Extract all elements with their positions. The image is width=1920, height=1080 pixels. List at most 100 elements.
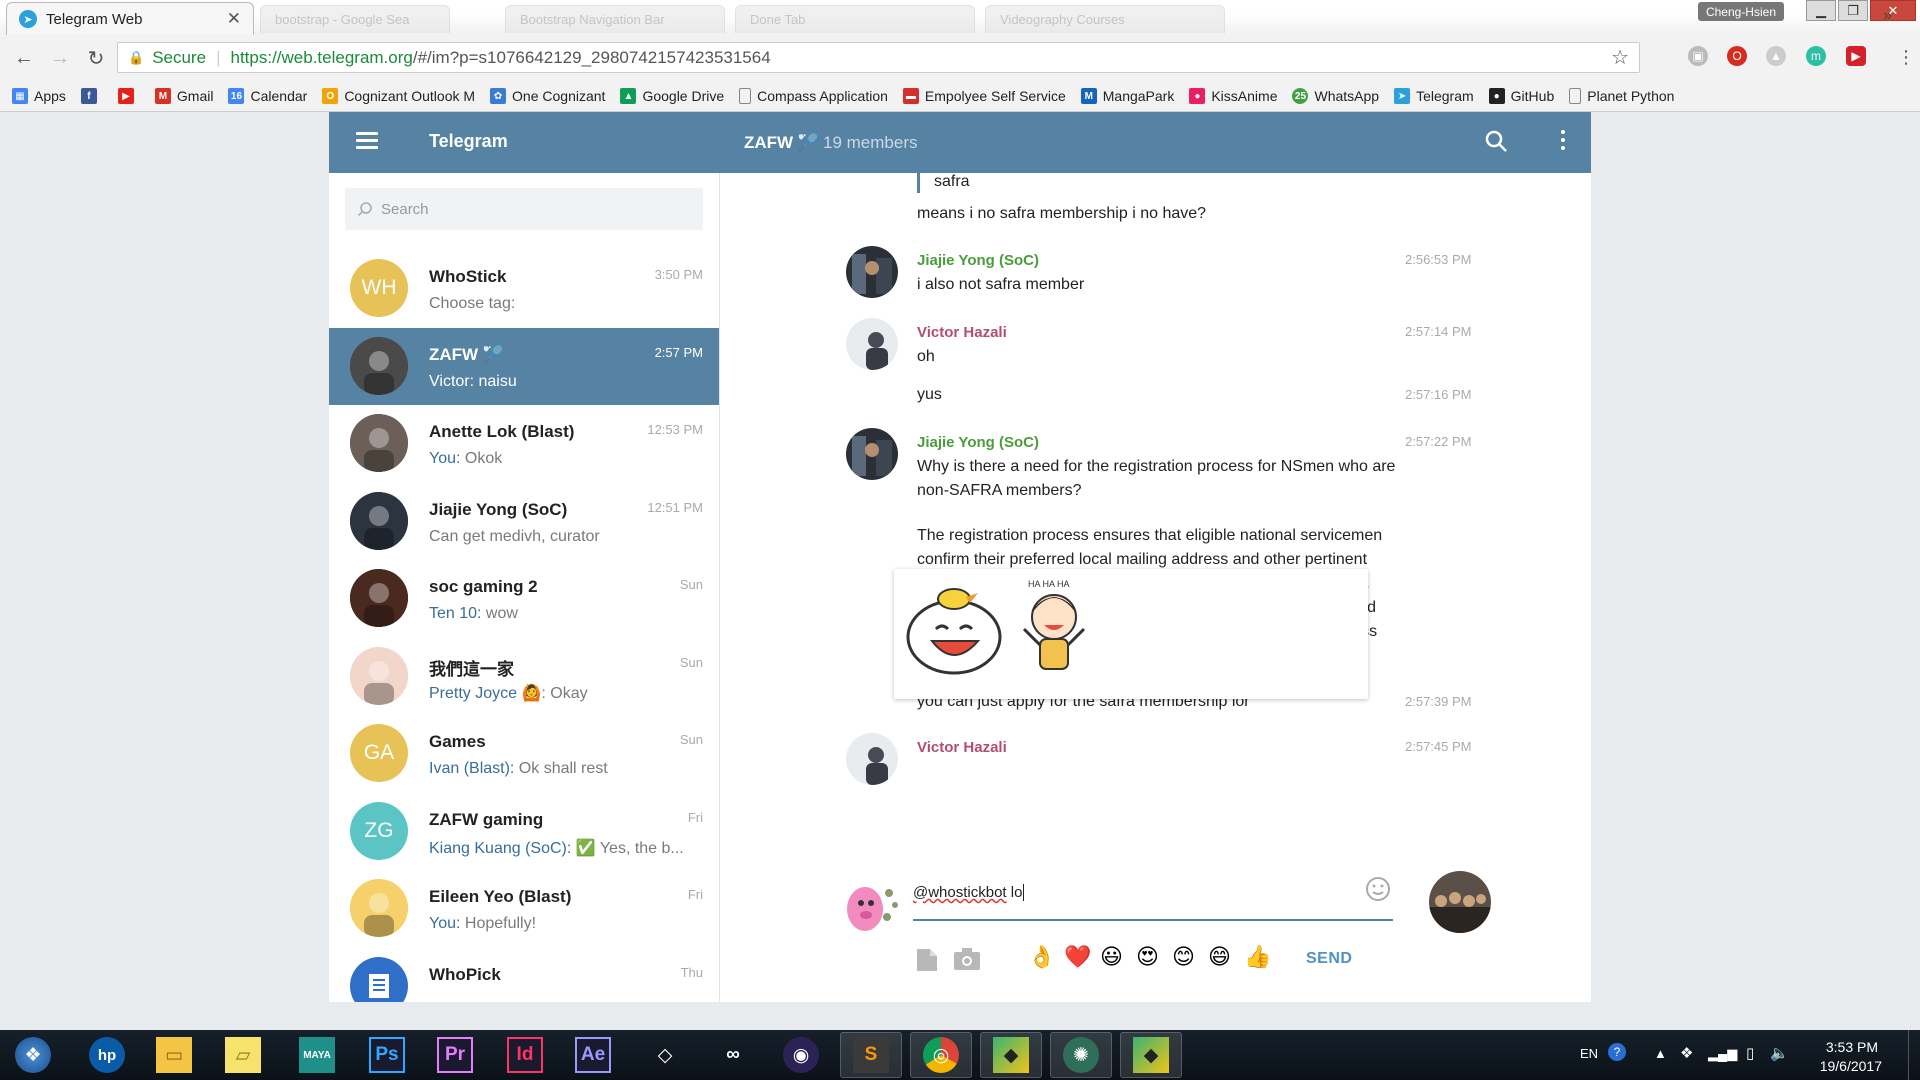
- emoji-picker-icon[interactable]: [1364, 875, 1392, 903]
- photoshop-icon[interactable]: Ps: [356, 1032, 418, 1078]
- bookmark-apps[interactable]: ▦ Apps: [12, 88, 66, 104]
- avatar[interactable]: GA: [350, 724, 408, 782]
- dialog-item[interactable]: WhoPick Thu: [329, 948, 719, 1002]
- bookmark-kissanime[interactable]: ● KissAnime: [1189, 88, 1277, 104]
- bookmark-telegram[interactable]: ➤ Telegram: [1394, 88, 1474, 104]
- ok-hand-emoji-icon[interactable]: 👌: [1028, 944, 1055, 970]
- avatar[interactable]: [846, 733, 898, 785]
- bookmarks-overflow-icon[interactable]: »: [1883, 7, 1892, 25]
- sticky-notes-icon[interactable]: ▱: [212, 1032, 274, 1078]
- reload-icon[interactable]: ↻: [84, 46, 108, 71]
- bookmark-github[interactable]: ● GitHub: [1488, 88, 1554, 104]
- sublime-text-icon[interactable]: S: [840, 1032, 902, 1078]
- message-author[interactable]: Jiajie Yong (SoC): [917, 434, 1039, 451]
- drive-extension-icon[interactable]: ▲: [1766, 46, 1786, 66]
- unity-icon[interactable]: ◇: [634, 1032, 696, 1078]
- thumbs-up-emoji-icon[interactable]: 👍: [1244, 944, 1271, 970]
- file-explorer-icon[interactable]: ▭: [143, 1032, 205, 1078]
- bookmark-youtube[interactable]: ▶: [117, 88, 140, 104]
- bookmark-gmail[interactable]: M Gmail: [154, 88, 213, 104]
- attach-photo-icon[interactable]: [953, 947, 981, 971]
- notification-icon[interactable]: ▯: [1746, 1044, 1754, 1062]
- search-icon[interactable]: [1484, 129, 1508, 153]
- avatar[interactable]: WH: [350, 259, 408, 317]
- dialog-item[interactable]: WH WhoStick Choose tag: 3:50 PM: [329, 250, 719, 327]
- avatar[interactable]: [350, 414, 408, 472]
- avatar[interactable]: ZG: [350, 801, 408, 860]
- profile-name-badge[interactable]: Cheng-Hsien: [1697, 2, 1784, 21]
- bookmark-empolyee-self-service[interactable]: ▬ Empolyee Self Service: [902, 88, 1066, 104]
- blush-emoji-icon[interactable]: 😊: [1172, 944, 1195, 970]
- address-bar[interactable]: 🔒 Secure | https://web.telegram.org/#/im…: [117, 42, 1640, 73]
- after-effects-icon[interactable]: Ae: [562, 1032, 624, 1078]
- bookmark-mangapark[interactable]: M MangaPark: [1080, 88, 1174, 104]
- minimize-icon[interactable]: ▁: [1806, 0, 1836, 21]
- cast-extension-icon[interactable]: ▣: [1688, 46, 1708, 66]
- show-desktop-button[interactable]: [1908, 1030, 1920, 1080]
- sticker-haha-girl-icon[interactable]: HA HA HA: [1014, 573, 1094, 683]
- maximize-icon[interactable]: ❐: [1838, 0, 1868, 21]
- chat-members-count[interactable]: 19 members: [823, 133, 917, 153]
- tray-expand-icon[interactable]: ▲: [1654, 1046, 1667, 1061]
- chrome-menu-icon[interactable]: ⋮: [1894, 47, 1918, 68]
- bookmark-one-cognizant[interactable]: ✿ One Cognizant: [490, 88, 605, 104]
- tab-inactive[interactable]: Done Tab: [735, 5, 975, 33]
- message-author[interactable]: Victor Hazali: [917, 324, 1007, 341]
- gitkraken-icon[interactable]: ◆: [1120, 1032, 1182, 1078]
- dialog-item[interactable]: ZG ZAFW gaming Kiang Kuang (SoC): ✅ Yes, t…: [329, 793, 719, 870]
- avatar[interactable]: [846, 428, 898, 480]
- message-author[interactable]: Jiajie Yong (SoC): [917, 252, 1039, 269]
- eclipse-icon[interactable]: ◉: [770, 1032, 832, 1078]
- back-arrow-icon[interactable]: ←: [12, 47, 36, 70]
- tab-telegram-web[interactable]: ➤ Telegram Web ✕: [6, 2, 254, 35]
- dialog-item[interactable]: ZAFW 🏸 Victor: naisu 2:57 PM: [329, 327, 719, 405]
- heart-eyes-emoji-icon[interactable]: 😍: [1136, 944, 1159, 970]
- dropbox-icon[interactable]: ❖: [1680, 1044, 1693, 1062]
- infinity-icon[interactable]: ∞: [702, 1032, 764, 1078]
- clock-date[interactable]: 19/6/2017: [1820, 1058, 1882, 1074]
- network-signal-icon[interactable]: ▂▄▆: [1708, 1046, 1737, 1062]
- search-input[interactable]: Search: [345, 188, 703, 230]
- avatar[interactable]: [350, 879, 408, 937]
- bookmark-calendar[interactable]: 16 Calendar: [228, 88, 307, 104]
- premiere-icon[interactable]: Pr: [424, 1032, 486, 1078]
- tab-inactive[interactable]: bootstrap - Google Sea: [260, 5, 450, 33]
- avatar[interactable]: [846, 246, 898, 298]
- dialog-item[interactable]: GA Games Ivan (Blast): Ok shall rest Sun: [329, 715, 719, 792]
- hamburger-menu-icon[interactable]: [356, 132, 378, 149]
- bookmark-whatsapp[interactable]: 25 WhatsApp: [1292, 88, 1379, 104]
- hp-icon[interactable]: hp: [76, 1032, 138, 1078]
- m-extension-icon[interactable]: m: [1806, 46, 1826, 66]
- chrome-icon[interactable]: ◎: [910, 1032, 972, 1078]
- tab-close-icon[interactable]: ✕: [227, 9, 241, 29]
- avatar[interactable]: [350, 646, 408, 705]
- avatar[interactable]: [350, 569, 408, 627]
- maya-icon[interactable]: MAYA: [286, 1032, 348, 1078]
- avatar[interactable]: [846, 318, 898, 370]
- whostick-bot-sticker-icon[interactable]: [841, 875, 905, 933]
- dialog-item[interactable]: Jiajie Yong (SoC) Can get medivh, curator…: [329, 483, 719, 560]
- smiley-emoji-icon[interactable]: 😃: [1100, 944, 1123, 970]
- avatar[interactable]: [350, 956, 408, 1002]
- dialog-item[interactable]: 我們這一家 Pretty Joyce 🙆: Okay Sun: [329, 638, 719, 715]
- bookmark-compass-application[interactable]: Compass Application: [739, 88, 888, 104]
- indesign-icon[interactable]: Id: [494, 1032, 556, 1078]
- heart-emoji-icon[interactable]: ❤️: [1064, 944, 1091, 970]
- message-input[interactable]: @whostickbot lo: [913, 881, 1393, 921]
- bookmark-facebook[interactable]: f: [80, 88, 103, 104]
- bookmark-google-drive[interactable]: ▲ Google Drive: [620, 88, 724, 104]
- anaconda-icon[interactable]: ✺: [1050, 1032, 1112, 1078]
- tab-inactive[interactable]: Bootstrap Navigation Bar: [505, 5, 725, 33]
- sourcetree-icon[interactable]: ◆: [980, 1032, 1042, 1078]
- clock-time[interactable]: 3:53 PM: [1826, 1039, 1878, 1055]
- grin-emoji-icon[interactable]: 😄: [1208, 944, 1231, 970]
- message-author[interactable]: Victor Hazali: [917, 739, 1007, 756]
- send-button[interactable]: SEND: [1306, 950, 1352, 968]
- dialog-item[interactable]: Eileen Yeo (Blast) You: Hopefully! Fri: [329, 870, 719, 947]
- help-icon[interactable]: ?: [1608, 1043, 1626, 1061]
- attach-file-icon[interactable]: [915, 947, 939, 973]
- sticker-laughing-blob-icon[interactable]: [902, 579, 1006, 679]
- dialog-item[interactable]: soc gaming 2 Ten 10: wow Sun: [329, 560, 719, 637]
- dialog-item[interactable]: Anette Lok (Blast) You: Okok 12:53 PM: [329, 405, 719, 482]
- bookmark-star-icon[interactable]: ☆: [1611, 45, 1629, 70]
